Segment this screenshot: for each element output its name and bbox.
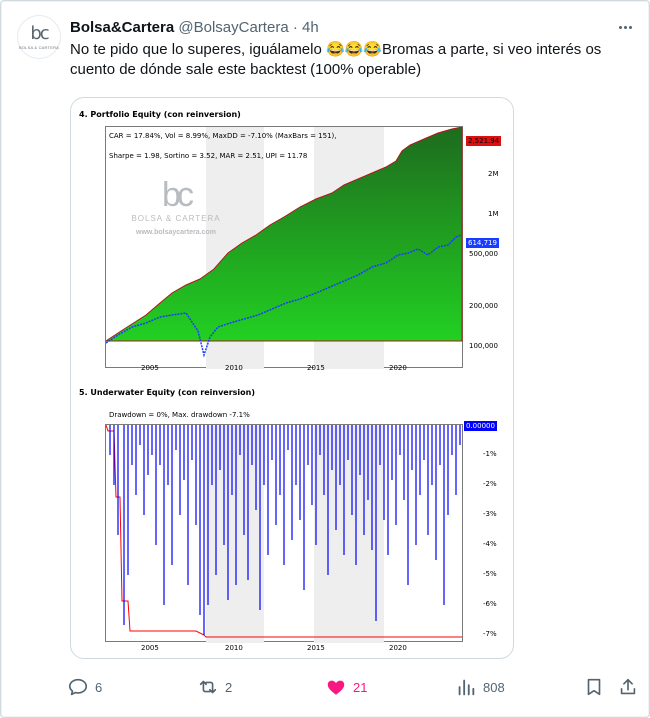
watermark-url: www.bolsaycartera.com xyxy=(136,229,216,236)
tweet-time[interactable]: 4h xyxy=(302,19,319,36)
equity-xtick: 2010 xyxy=(225,364,243,372)
repost-count: 2 xyxy=(225,679,233,695)
underwater-value-badge: 0.00000 xyxy=(464,421,497,431)
tweet-card[interactable]: bc BOLSA & CARTERA Bolsa&Cartera @Bolsay… xyxy=(0,0,650,718)
benchmark-value-badge: 614,719 xyxy=(466,238,499,248)
equity-chart-title: 4. Portfolio Equity (con reinversion) xyxy=(79,110,241,119)
watermark: bc BOLSA & CARTERA www.bolsaycartera.com xyxy=(121,178,231,236)
watermark-name: BOLSA & CARTERA xyxy=(131,214,221,223)
underwater-ytick: -3% xyxy=(483,510,497,518)
like-button[interactable]: 21 xyxy=(325,675,367,699)
underwater-ytick: -4% xyxy=(483,540,497,548)
avatar-caption: BOLSA & CARTERA xyxy=(18,44,60,50)
author-handle[interactable]: @BolsayCartera xyxy=(178,19,288,36)
separator-dot: · xyxy=(292,19,298,36)
avatar[interactable]: bc BOLSA & CARTERA xyxy=(17,15,61,59)
equity-ytick: 1M xyxy=(488,210,499,218)
underwater-xtick: 2010 xyxy=(225,644,243,652)
equity-ytick: 100,000 xyxy=(469,342,498,350)
bookmark-button[interactable] xyxy=(583,675,605,699)
tweet-text: No te pido que lo superes, iguálamelo 😂😂… xyxy=(70,41,602,78)
tweet-header: Bolsa&Cartera @BolsayCartera · 4h xyxy=(70,18,319,38)
underwater-xtick: 2020 xyxy=(389,644,407,652)
heart-icon xyxy=(327,680,345,695)
tweet-media-image[interactable]: 4. Portfolio Equity (con reinversion) CA… xyxy=(70,97,514,659)
underwater-ytick: -2% xyxy=(483,480,497,488)
equity-value-badge: 2,521.94 xyxy=(466,136,502,146)
like-count: 21 xyxy=(353,679,368,695)
bookmark-icon xyxy=(587,678,601,696)
view-count: 808 xyxy=(483,679,505,695)
underwater-ytick: -1% xyxy=(483,450,497,458)
underwater-ytick: -7% xyxy=(483,630,497,638)
equity-plot xyxy=(104,126,463,369)
more-options-icon[interactable] xyxy=(615,17,635,37)
repost-icon xyxy=(199,680,217,694)
underwater-chart-title: 5. Underwater Equity (con reinversion) xyxy=(79,388,256,397)
reply-count: 6 xyxy=(95,679,103,695)
views-chart-icon xyxy=(458,679,475,696)
underwater-ytick: -6% xyxy=(483,600,497,608)
equity-xtick: 2020 xyxy=(389,364,407,372)
equity-xtick: 2015 xyxy=(307,364,325,372)
equity-ytick: 200,000 xyxy=(469,302,498,310)
underwater-stats: Drawdown = 0%, Max. drawdown -7.1% xyxy=(109,411,250,419)
avatar-logo: bc xyxy=(30,22,49,44)
equity-ytick: 2M xyxy=(488,170,499,178)
reply-icon xyxy=(68,678,88,696)
underwater-ytick: -5% xyxy=(483,570,497,578)
equity-ytick: 500,000 xyxy=(469,250,498,258)
share-button[interactable] xyxy=(617,675,639,699)
equity-stats-line1: CAR = 17.84%, Vol = 8.99%, MaxDD = -7.10… xyxy=(109,132,337,140)
watermark-logo: bc xyxy=(162,176,194,214)
equity-stats-line2: Sharpe = 1.98, Sortino = 3.52, MAR = 2.5… xyxy=(109,152,308,160)
underwater-xtick: 2015 xyxy=(307,644,325,652)
underwater-chart-svg xyxy=(105,424,462,643)
reply-button[interactable]: 6 xyxy=(67,675,102,699)
equity-xtick: 2005 xyxy=(141,364,159,372)
drawdown-spikes xyxy=(109,425,461,635)
author-name[interactable]: Bolsa&Cartera xyxy=(70,19,174,36)
underwater-xtick: 2005 xyxy=(141,644,159,652)
tweet-actions: 6 2 21 808 xyxy=(67,675,637,699)
views-button[interactable]: 808 xyxy=(455,675,505,699)
underwater-plot xyxy=(105,424,463,643)
repost-button[interactable]: 2 xyxy=(197,675,232,699)
equity-chart-svg xyxy=(104,126,463,369)
share-icon xyxy=(620,678,636,695)
